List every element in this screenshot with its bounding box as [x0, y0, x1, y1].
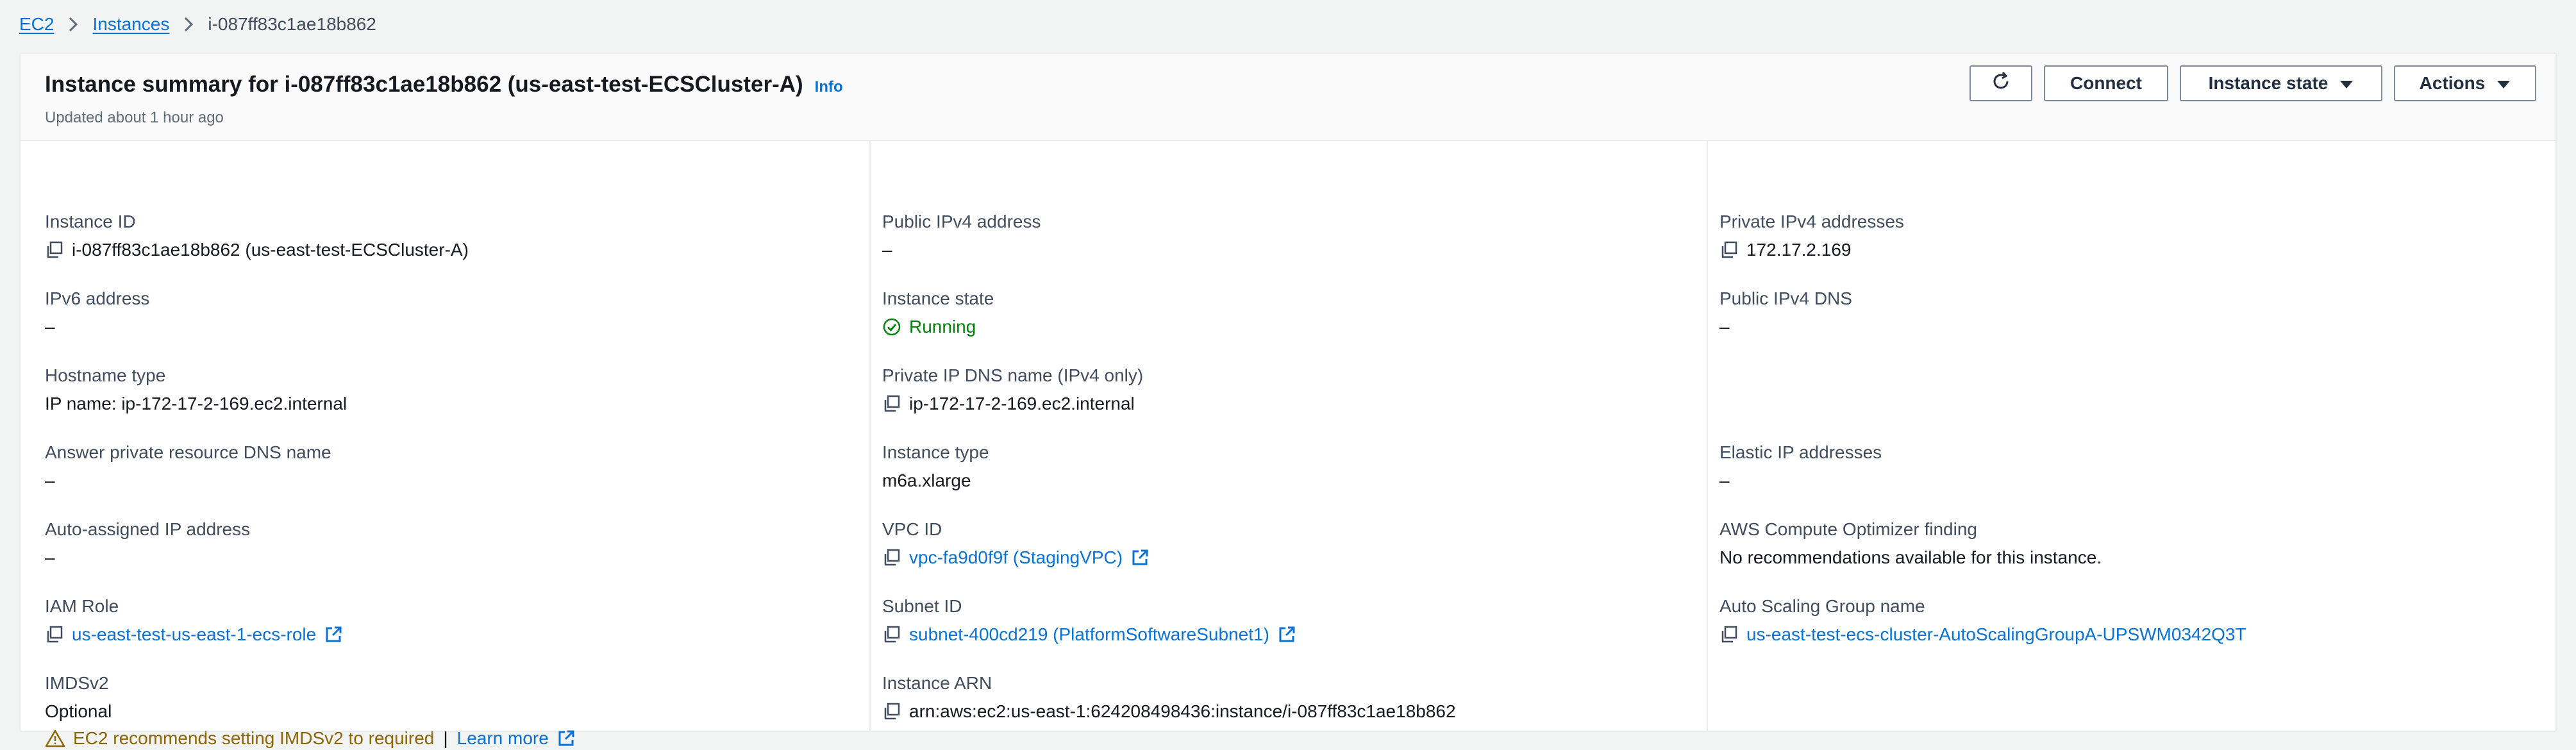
- chevron-right-icon: [183, 16, 194, 33]
- vpc-id-value: vpc-fa9d0f9f (StagingVPC): [882, 546, 1150, 569]
- instance-id-value: i-087ff83c1ae18b862 (us-east-test-ECSClu…: [45, 238, 469, 262]
- breadcrumb: EC2 Instances i-087ff83c1ae18b862: [19, 8, 376, 41]
- vpc-id-link[interactable]: vpc-fa9d0f9f (StagingVPC): [909, 547, 1123, 568]
- answer-dns-label: Answer private resource DNS name: [45, 442, 331, 462]
- private-ipv4-text: 172.17.2.169: [1746, 240, 1852, 260]
- copy-icon[interactable]: [45, 240, 64, 260]
- panel-header: Instance summary for i-087ff83c1ae18b862…: [21, 54, 2555, 141]
- copy-icon[interactable]: [882, 394, 901, 413]
- page-title-text: Instance summary for i-087ff83c1ae18b862…: [45, 72, 803, 97]
- breadcrumb-ec2[interactable]: EC2: [19, 14, 54, 35]
- page-title: Instance summary for i-087ff83c1ae18b862…: [45, 72, 843, 97]
- instance-arn-value: arn:aws:ec2:us-east-1:624208498436:insta…: [882, 700, 1456, 723]
- instance-summary-panel: Instance summary for i-087ff83c1ae18b862…: [19, 53, 2557, 748]
- caret-down-icon: [2497, 73, 2511, 94]
- elastic-ip-value: –: [1719, 471, 1730, 490]
- instance-state-label: Instance state: [882, 288, 994, 308]
- copy-icon[interactable]: [882, 625, 901, 644]
- copy-icon[interactable]: [45, 625, 64, 644]
- imdsv2-label: IMDSv2: [45, 673, 109, 693]
- asg-name-label: Auto Scaling Group name: [1719, 596, 1925, 616]
- auto-ip-label: Auto-assigned IP address: [45, 519, 251, 539]
- private-dns-value: ip-172-17-2-169.ec2.internal: [882, 392, 1135, 415]
- learn-more-link[interactable]: Learn more: [457, 728, 549, 749]
- answer-dns-value: –: [45, 471, 55, 490]
- public-ipv4-label: Public IPv4 address: [882, 212, 1041, 231]
- check-circle-icon: [882, 317, 901, 337]
- copy-icon[interactable]: [882, 548, 901, 567]
- details-column-1: Instance ID i-087ff83c1ae18b862 (us-east…: [45, 141, 859, 748]
- connect-button[interactable]: Connect: [2044, 65, 2168, 101]
- instance-type-value: m6a.xlarge: [882, 471, 971, 490]
- auto-ip-value: –: [45, 547, 55, 567]
- iam-role-value: us-east-test-us-east-1-ecs-role: [45, 623, 343, 646]
- details-column-2: Public IPv4 address – Instance state Run…: [882, 141, 1696, 731]
- ipv6-value: –: [45, 317, 55, 337]
- private-ipv4-label: Private IPv4 addresses: [1719, 212, 1904, 231]
- vpc-id-label: VPC ID: [882, 519, 942, 539]
- instance-type-label: Instance type: [882, 442, 989, 462]
- asg-name-value: us-east-test-ecs-cluster-AutoScalingGrou…: [1719, 623, 2246, 646]
- connect-button-label: Connect: [2070, 73, 2142, 93]
- private-ipv4-value: 172.17.2.169: [1719, 238, 1852, 262]
- details-column-3: Private IPv4 addresses 172.17.2.169 Publ…: [1719, 141, 2534, 731]
- warning-icon: [45, 729, 65, 748]
- refresh-icon: [1990, 71, 2012, 97]
- breadcrumb-instances[interactable]: Instances: [92, 14, 169, 35]
- instance-id-label: Instance ID: [45, 212, 136, 231]
- refresh-button[interactable]: [1970, 65, 2032, 101]
- instance-state-button-label: Instance state: [2208, 73, 2329, 93]
- chevron-right-icon: [68, 16, 78, 33]
- copy-icon[interactable]: [882, 702, 901, 721]
- external-link-icon[interactable]: [556, 729, 576, 748]
- imdsv2-value: Optional: [45, 701, 112, 721]
- hostname-type-value: IP name: ip-172-17-2-169.ec2.internal: [45, 394, 347, 413]
- instance-arn-label: Instance ARN: [882, 673, 992, 693]
- column-divider: [869, 141, 871, 731]
- elastic-ip-label: Elastic IP addresses: [1719, 442, 1882, 462]
- imdsv2-warning: EC2 recommends setting IMDSv2 to require…: [45, 727, 576, 750]
- iam-role-label: IAM Role: [45, 596, 119, 616]
- breadcrumb-current: i-087ff83c1ae18b862: [208, 14, 376, 34]
- external-link-icon[interactable]: [1277, 625, 1296, 644]
- optimizer-label: AWS Compute Optimizer finding: [1719, 519, 1977, 539]
- copy-icon[interactable]: [1719, 625, 1739, 644]
- actions-button-label: Actions: [2419, 73, 2486, 93]
- subnet-id-label: Subnet ID: [882, 596, 962, 616]
- instance-state-button[interactable]: Instance state: [2180, 65, 2382, 101]
- hostname-type-label: Hostname type: [45, 365, 166, 385]
- optimizer-value: No recommendations available for this in…: [1719, 547, 2102, 567]
- subnet-id-link[interactable]: subnet-400cd219 (PlatformSoftwareSubnet1…: [909, 624, 1269, 645]
- instance-id-text: i-087ff83c1ae18b862 (us-east-test-ECSClu…: [72, 240, 469, 260]
- instance-state-text: Running: [909, 317, 976, 337]
- public-ipv4-value: –: [882, 240, 892, 260]
- info-link[interactable]: Info: [815, 78, 843, 96]
- private-dns-label: Private IP DNS name (IPv4 only): [882, 365, 1144, 385]
- actions-button[interactable]: Actions: [2394, 65, 2536, 101]
- column-divider: [1707, 141, 1708, 731]
- private-dns-text: ip-172-17-2-169.ec2.internal: [909, 394, 1135, 413]
- public-dns-value: –: [1719, 317, 1730, 337]
- ipv6-label: IPv6 address: [45, 288, 150, 308]
- subnet-id-value: subnet-400cd219 (PlatformSoftwareSubnet1…: [882, 623, 1296, 646]
- instance-state-value: Running: [882, 315, 976, 338]
- copy-icon[interactable]: [1719, 240, 1739, 260]
- external-link-icon[interactable]: [1130, 548, 1150, 567]
- instance-arn-text: arn:aws:ec2:us-east-1:624208498436:insta…: [909, 701, 1456, 721]
- public-dns-label: Public IPv4 DNS: [1719, 288, 1852, 308]
- updated-timestamp: Updated about 1 hour ago: [45, 109, 224, 126]
- asg-name-link[interactable]: us-east-test-ecs-cluster-AutoScalingGrou…: [1746, 624, 2246, 645]
- iam-role-link[interactable]: us-east-test-us-east-1-ecs-role: [72, 624, 316, 645]
- external-link-icon[interactable]: [324, 625, 343, 644]
- separator: |: [443, 728, 448, 748]
- imdsv2-warning-text: EC2 recommends setting IMDSv2 to require…: [73, 728, 435, 748]
- caret-down-icon: [2339, 73, 2354, 94]
